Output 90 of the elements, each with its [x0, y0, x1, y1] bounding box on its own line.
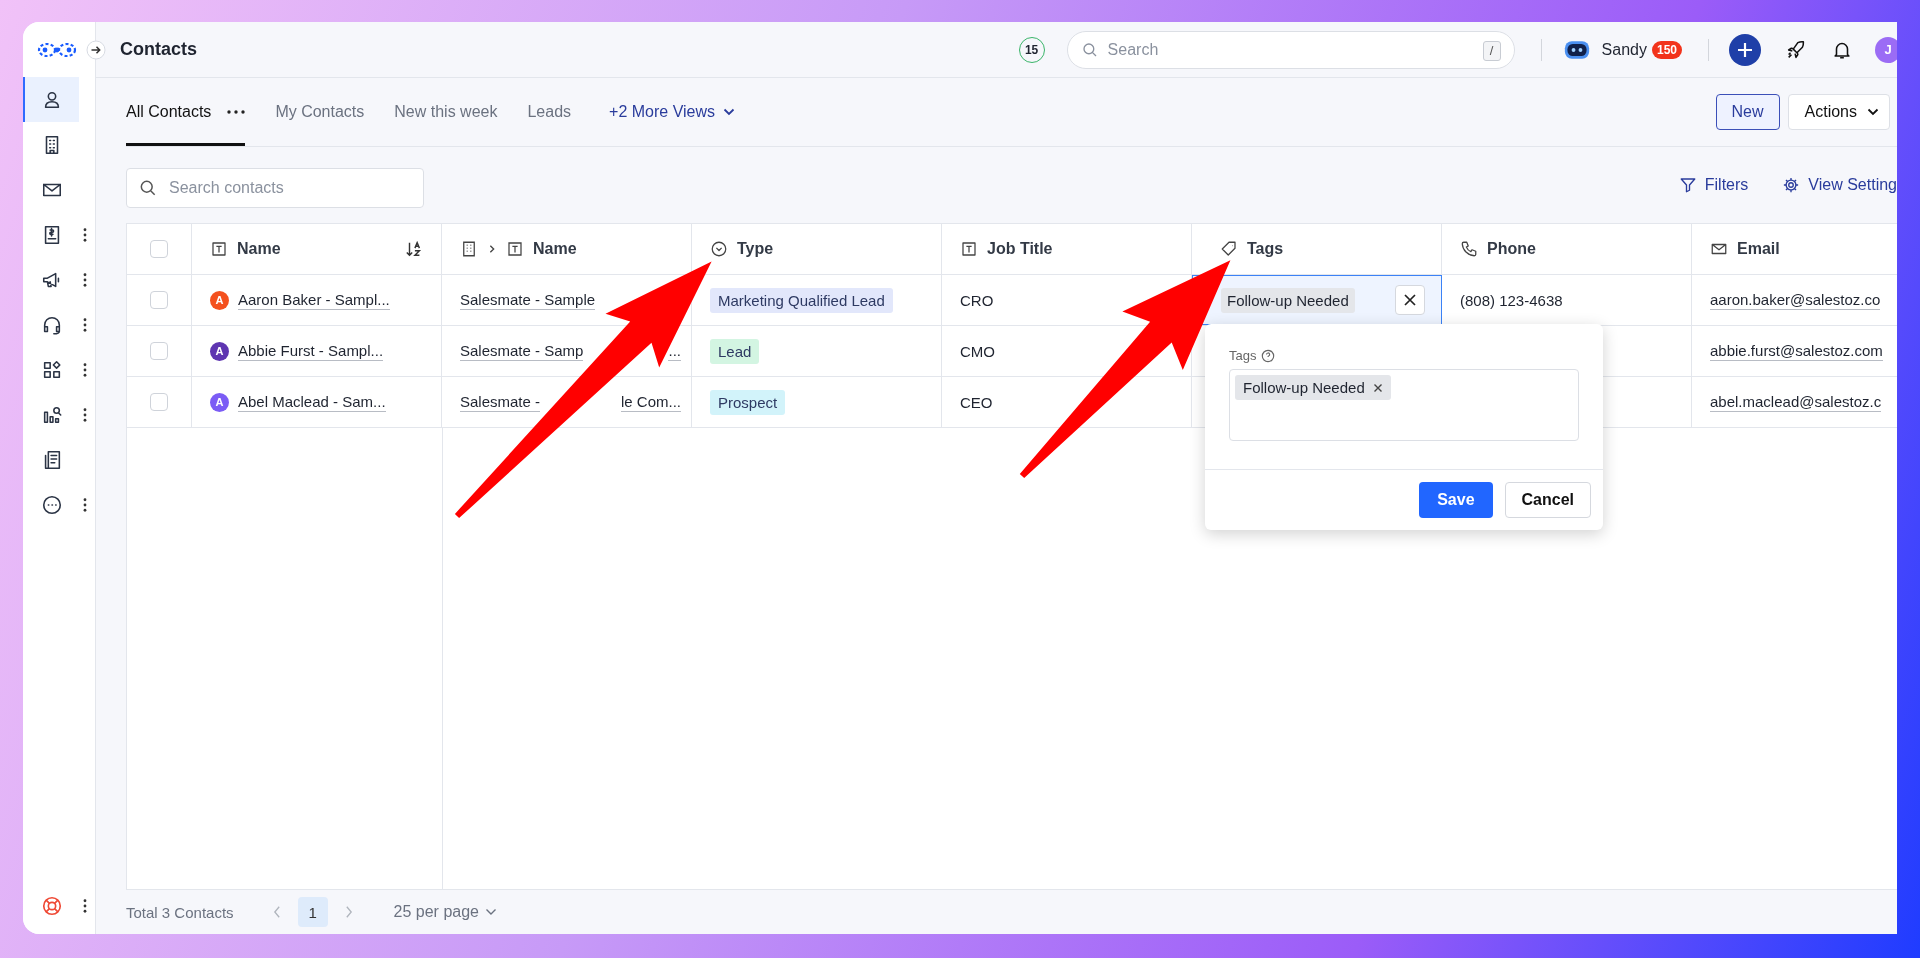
text-field-icon [960, 240, 978, 258]
company-link[interactable]: Salesmate - [460, 392, 541, 412]
filters-button[interactable]: Filters [1678, 176, 1749, 194]
column-header[interactable]: Name [237, 240, 281, 258]
add-icon[interactable] [1729, 33, 1761, 66]
view-tab[interactable]: New this week [394, 103, 498, 121]
column-header[interactable]: Email [1737, 240, 1780, 258]
contacts-search-field[interactable]: Search contacts [126, 168, 424, 208]
tag-icon [1220, 240, 1238, 258]
text-field-icon [210, 240, 228, 258]
cancel-button[interactable]: Cancel [1504, 482, 1591, 518]
expand-icon[interactable] [86, 39, 106, 60]
email-link[interactable]: abbie.furst@salestoz.com [1710, 341, 1883, 361]
view-tab[interactable]: Leads [527, 103, 572, 121]
close-icon [1403, 293, 1417, 307]
chevron-right-icon [487, 244, 497, 254]
user-name[interactable]: Sandy [1601, 40, 1647, 59]
column-header[interactable]: Tags [1247, 240, 1284, 258]
row-checkbox[interactable] [150, 291, 168, 309]
user-avatar[interactable]: J [1875, 36, 1897, 63]
building-icon [460, 240, 478, 258]
kebab-icon[interactable] [83, 227, 87, 242]
row-checkbox[interactable] [150, 393, 168, 411]
lifebuoy-icon [41, 894, 63, 917]
save-button[interactable]: Save [1419, 482, 1493, 518]
more-horizontal-icon[interactable] [227, 110, 246, 114]
type-tag: Prospect [710, 389, 786, 415]
search-icon [1080, 40, 1099, 59]
avatar: A [210, 341, 229, 361]
rocket-icon[interactable] [1785, 38, 1807, 61]
column-header[interactable]: Phone [1487, 240, 1536, 258]
company-link[interactable]: Salesmate - Samp [460, 341, 584, 361]
contact-name-link[interactable]: Abbie Furst - Sampl... [238, 341, 384, 361]
avatar: A [210, 392, 229, 412]
email-link[interactable]: aaron.baker@salestoz.co [1710, 290, 1881, 310]
type-tag: Marketing Qualified Lead [710, 287, 893, 313]
row-checkbox[interactable] [150, 342, 168, 360]
field-label: Tags [1229, 348, 1257, 363]
kebab-icon[interactable] [83, 407, 87, 422]
column-header[interactable]: Type [737, 240, 774, 258]
help-icon[interactable] [1261, 348, 1276, 363]
page-button[interactable]: 1 [297, 897, 328, 927]
sidebar-item[interactable] [23, 77, 79, 122]
page-title: Contacts [120, 39, 197, 60]
tags-input-field[interactable]: Follow-up Needed [1229, 369, 1579, 441]
column-header[interactable]: Job Title [987, 240, 1053, 258]
company-link[interactable]: le Com... [621, 392, 681, 412]
filter-icon [1678, 176, 1697, 194]
per-page-dropdown[interactable]: 25 per page [393, 903, 497, 921]
points-badge: 150 [1651, 40, 1682, 59]
header-checkbox[interactable] [150, 240, 168, 258]
search-icon [138, 178, 158, 198]
kebab-icon[interactable] [83, 362, 87, 377]
chevron-down-icon [723, 108, 736, 116]
remove-icon[interactable] [1372, 382, 1383, 393]
contact-name-link[interactable]: Aaron Baker - Sampl... [238, 290, 390, 310]
total-count: Total 3 Contacts [126, 903, 234, 921]
view-tab[interactable]: My Contacts [275, 103, 365, 121]
view-tab[interactable]: All Contacts [126, 103, 212, 121]
chevron-down-icon [484, 908, 497, 916]
more-icon [41, 493, 63, 516]
phone-icon [1460, 240, 1478, 258]
table-cell: (808) 123-4638 [1460, 291, 1563, 309]
email-link[interactable]: abel.maclead@salestoz.c [1710, 392, 1882, 412]
apps-icon [41, 358, 63, 381]
text-field-icon [506, 240, 524, 258]
kebab-icon[interactable] [83, 497, 87, 512]
type-tag: Lead [710, 338, 760, 364]
sort-icon[interactable] [405, 240, 423, 258]
contact-name-link[interactable]: Abel Maclead - Sam... [238, 392, 386, 412]
chevron-down-icon [1867, 108, 1879, 116]
table-cell: CRO [960, 291, 994, 309]
actions-button[interactable]: Actions [1787, 94, 1890, 130]
avatar: A [210, 290, 229, 310]
close-button[interactable] [1395, 285, 1425, 315]
robot-icon [1563, 38, 1590, 61]
table-cell: CMO [960, 342, 995, 360]
tag-chip: Follow-up Needed [1221, 287, 1355, 313]
kebab-icon[interactable] [83, 898, 87, 913]
new-button[interactable]: New [1715, 94, 1780, 130]
logo-icon [37, 41, 77, 58]
kebab-icon[interactable] [83, 317, 87, 332]
company-link[interactable]: Salesmate - Sample [460, 290, 596, 310]
view-settings-button[interactable]: View Setting [1782, 176, 1897, 194]
table-cell: CEO [960, 393, 993, 411]
kebab-icon[interactable] [83, 272, 87, 287]
column-header[interactable]: Name [533, 240, 577, 258]
settings-icon [1782, 176, 1801, 194]
more-views-button[interactable]: +2 More Views [609, 78, 736, 146]
tag-chip: Follow-up Needed [1235, 375, 1391, 400]
